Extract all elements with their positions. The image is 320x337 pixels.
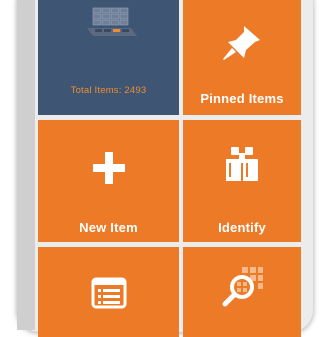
total-items-tile[interactable]: Total Items: 2493: [38, 0, 179, 115]
list-icon: [91, 277, 126, 309]
binoculars-icon: [226, 147, 258, 181]
database-grid-icon: [86, 7, 137, 36]
list-tile[interactable]: [38, 247, 179, 337]
new-item-tile[interactable]: New Item: [38, 120, 179, 242]
pinned-items-label: Pinned Items: [200, 91, 284, 106]
new-item-label: New Item: [79, 220, 138, 235]
identify-label: Identify: [218, 220, 266, 235]
total-items-label: Total Items: 2493: [70, 85, 147, 96]
grid-search-icon: [222, 267, 263, 307]
device-edge: [17, 0, 35, 330]
plus-icon: [92, 152, 125, 184]
identify-tile[interactable]: Identify: [183, 120, 301, 242]
pinned-items-tile[interactable]: Pinned Items: [183, 0, 301, 115]
pushpin-icon: [223, 26, 260, 60]
grid-search-tile[interactable]: [183, 247, 301, 337]
